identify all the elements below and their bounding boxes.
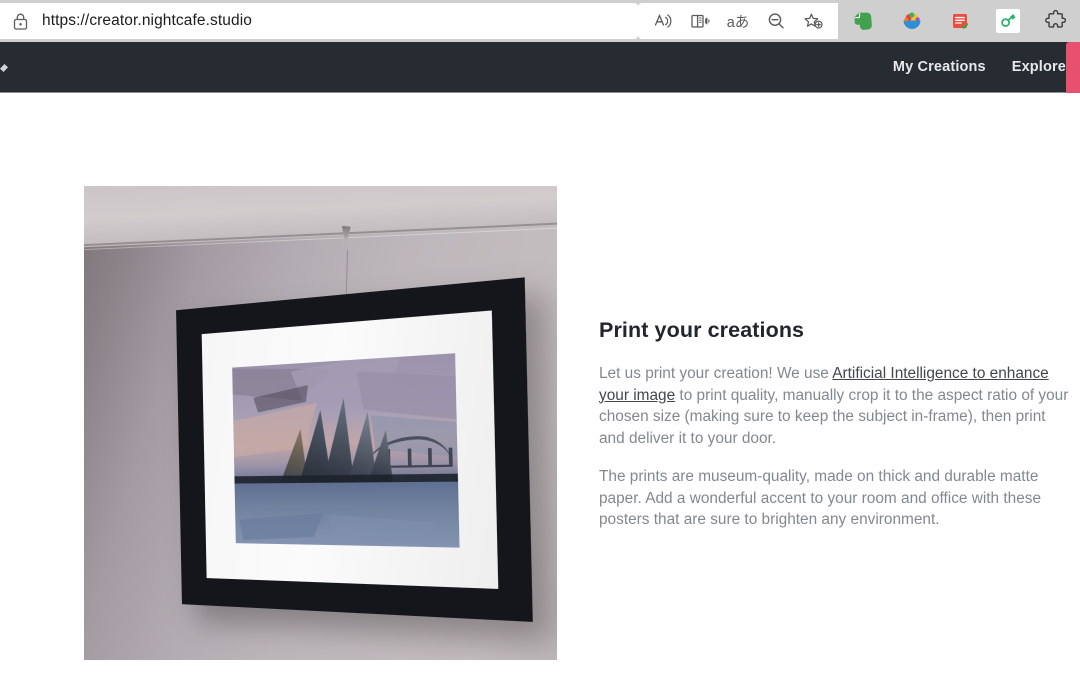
zoom-out-icon[interactable]: [764, 9, 788, 33]
nav-link-explore[interactable]: Explore: [1012, 59, 1066, 75]
address-bar[interactable]: https://creator.nightcafe.studio: [0, 3, 638, 39]
nav-cta-button[interactable]: [1066, 42, 1080, 98]
print-preview-photo: [84, 186, 557, 660]
sky-shard: [233, 403, 318, 459]
water-shard: [239, 513, 324, 542]
browser-toolbar: https://creator.nightcafe.studio aあ: [0, 0, 1080, 42]
brand-logo-fragment-icon[interactable]: [0, 64, 8, 72]
framed-artwork-photo: [84, 186, 557, 660]
nav-link-my-creations[interactable]: My Creations: [893, 59, 986, 75]
harbour-water: [234, 482, 459, 548]
colorful-bowl-extension-icon[interactable]: [900, 9, 924, 33]
immersive-reader-icon[interactable]: [688, 9, 712, 33]
paragraph-two: The prints are museum-quality, made on t…: [599, 466, 1069, 531]
page-title: Print your creations: [599, 318, 1069, 343]
key-extension-icon[interactable]: [996, 9, 1020, 33]
print-info-column: Print your creations Let us print your c…: [599, 318, 1069, 548]
read-aloud-icon[interactable]: [651, 9, 675, 33]
bridge-pylon: [427, 449, 431, 468]
bridge-pylon: [448, 448, 452, 467]
url-text: https://creator.nightcafe.studio: [42, 12, 252, 30]
picture-frame: [176, 278, 533, 622]
padlock-icon: [10, 11, 30, 31]
frame-mat: [202, 311, 498, 589]
site-navbar: My Creations Explore: [0, 42, 1080, 93]
paragraph-one: Let us print your creation! We use Artif…: [599, 363, 1069, 449]
extensions-puzzle-icon[interactable]: [1044, 9, 1068, 33]
evernote-extension-icon[interactable]: [852, 9, 876, 33]
translate-icon[interactable]: aあ: [726, 9, 750, 33]
extension-icons: [840, 0, 1080, 42]
page-content: Print your creations Let us print your c…: [0, 93, 1080, 682]
paragraph-one-before-link: Let us print your creation! We use: [599, 365, 832, 382]
water-shard: [328, 512, 435, 547]
add-favorite-icon[interactable]: [801, 9, 825, 33]
nav-links: My Creations Explore: [893, 59, 1066, 75]
browser-action-icons: aあ: [638, 3, 838, 39]
bridge-pylon: [407, 449, 411, 467]
notes-extension-icon[interactable]: [948, 9, 972, 33]
artwork-image: [232, 354, 459, 548]
